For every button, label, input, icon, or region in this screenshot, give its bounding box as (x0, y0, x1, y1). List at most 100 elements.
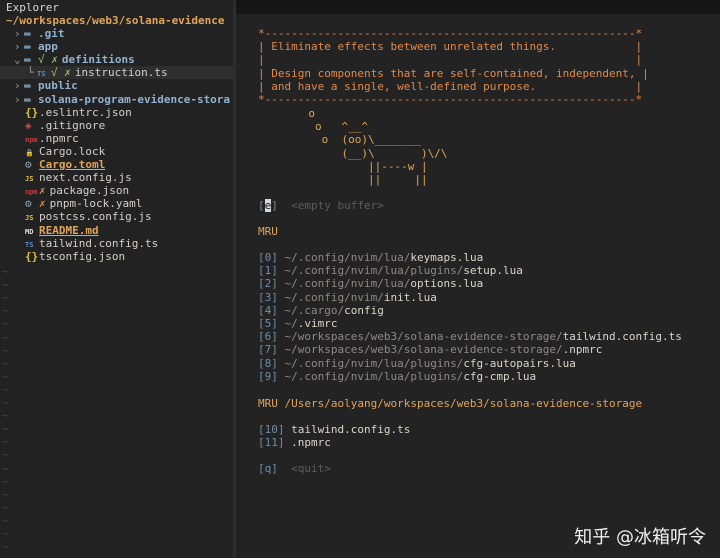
mru-index: [11] (258, 436, 285, 450)
tree-row--gitignore[interactable]: ◈ .gitignore (0, 119, 233, 132)
mru-dir-entry[interactable]: [11] .npmrc (258, 436, 331, 449)
empty-line-marker: ~ (2, 356, 9, 370)
mru-index: [3] (258, 290, 278, 304)
tree-row-postcss-config-js[interactable]: JS postcss.config.js (0, 210, 233, 223)
empty-line-marker: ~ (2, 513, 9, 527)
folder-name: definitions (61, 53, 135, 67)
tree-row-solana-program-evidence-stora[interactable]: › ▬ solana-program-evidence-stora (0, 93, 233, 106)
mru-entry[interactable]: [6] ~/workspaces/web3/solana-evidence-st… (258, 330, 682, 343)
mru-path-file: cfg-autopairs.lua (463, 356, 576, 370)
mru-entry[interactable]: [0] ~/.config/nvim/lua/keymaps.lua (258, 251, 483, 264)
file-type-icon: ⚙ (25, 197, 32, 211)
tree-row-package-json[interactable]: npm✗ package.json (0, 184, 233, 197)
file-type-icon: JS (25, 175, 34, 184)
mru-entry[interactable]: [5] ~/.vimrc (258, 317, 338, 330)
tree-row-cargo-toml[interactable]: ⚙ Cargo.toml (0, 158, 233, 171)
file-type-icon: JS (25, 214, 34, 223)
chevron-icon: › (14, 92, 21, 106)
file-name: Cargo.lock (39, 144, 106, 158)
watermark: 知乎 @冰箱听令 (574, 526, 706, 548)
chevron-icon: › (14, 79, 21, 93)
cowsay-art-line: || || (262, 173, 428, 186)
mru-title: MRU (258, 225, 278, 238)
tree-row-instruction-ts[interactable]: └ TS √ ✗ instruction.ts (0, 66, 233, 80)
empty-line-marker: ~ (2, 330, 9, 344)
mru-entry[interactable]: [8] ~/.config/nvim/lua/plugins/cfg-autop… (258, 357, 576, 370)
tree-row-next-config-js[interactable]: JS next.config.js (0, 171, 233, 184)
tree-row-app[interactable]: › ▬ app (0, 40, 233, 53)
mru-entry[interactable]: [1] ~/.config/nvim/lua/plugins/setup.lua (258, 264, 523, 277)
explorer-title: Explorer (6, 1, 59, 14)
mru-entry[interactable]: [9] ~/.config/nvim/lua/plugins/cfg-cmp.l… (258, 370, 536, 383)
mru-index: [0] (258, 251, 278, 264)
file-name: package.json (49, 184, 130, 198)
mru-path-file: .vimrc (297, 317, 338, 330)
file-type-icon: TS (25, 240, 34, 249)
empty-line-marker: ~ (2, 553, 9, 558)
file-type-icon: TS (37, 70, 46, 79)
mru-path-dir: ~/.config/nvim/lua/ (284, 251, 411, 264)
mru-entry[interactable]: [4] ~/.cargo/config (258, 304, 384, 317)
quote-box-line: | | (258, 53, 643, 67)
mru-index: [5] (258, 317, 278, 330)
quit-entry[interactable]: [q] <quit> (258, 462, 331, 475)
quote-box-line: | Eliminate effects between unrelated th… (258, 40, 643, 54)
empty-line-marker: ~ (2, 500, 9, 514)
explorer-root-path[interactable]: ~/workspaces/web3/solana-evidence (6, 14, 225, 27)
folder-icon: ▬ (24, 27, 31, 40)
folder-name: solana-program-evidence-stora (38, 92, 231, 106)
file-name: README.md (39, 223, 99, 237)
mru-path-dir: ~/.config/nvim/lua/plugins/ (284, 369, 464, 383)
cowsay-art-line: (__)\ )\/\ (262, 146, 448, 160)
empty-line-marker: ~ (2, 265, 9, 278)
empty-line-marker: ~ (2, 291, 9, 305)
mru-entry[interactable]: [7] ~/workspaces/web3/solana-evidence-st… (258, 343, 602, 356)
tree-row-readme-md[interactable]: MD README.md (0, 224, 233, 237)
mru-entry[interactable]: [2] ~/.config/nvim/lua/options.lua (258, 277, 483, 290)
empty-line-marker: ~ (2, 487, 9, 501)
file-type-icon: {} (25, 105, 39, 119)
mru-dir-entry[interactable]: [10] tailwind.config.ts (258, 423, 410, 436)
tree-row-tailwind-config-ts[interactable]: TS tailwind.config.ts (0, 237, 233, 250)
file-type-icon: ⚙ (25, 158, 32, 171)
file-name: postcss.config.js (39, 210, 152, 224)
mru-path-file: keymaps.lua (410, 251, 484, 264)
chevron-icon: › (14, 27, 21, 40)
empty-line-marker: ~ (2, 317, 9, 331)
tree-row--eslintrc-json[interactable]: {}.eslintrc.json (0, 106, 233, 119)
cowsay-art-line: o (oo)\_______ (262, 133, 421, 147)
empty-line-marker: ~ (2, 474, 9, 488)
mru-path-file: init.lua (383, 290, 437, 304)
mru-path-file: tailwind.config.ts (562, 330, 682, 344)
tree-row-public[interactable]: › ▬ public (0, 79, 233, 92)
empty-line-marker: ~ (2, 461, 9, 475)
tree-row-pnpm-lock-yaml[interactable]: ⚙ ✗ pnpm-lock.yaml (0, 197, 233, 210)
file-type-icon: MD (25, 227, 34, 236)
bracket: ] (271, 199, 292, 212)
mru-entry[interactable]: [3] ~/.config/nvim/init.lua (258, 291, 437, 304)
tree-row--npmrc[interactable]: npm.npmrc (0, 132, 233, 145)
tree-row-definitions[interactable]: ⌄ ▬ √ ✗ definitions (0, 53, 233, 66)
mru-path-file: .npmrc (562, 343, 603, 357)
file-type-icon: ◈ (25, 118, 32, 132)
tab-bar (236, 0, 720, 14)
empty-buffer-entry[interactable]: [e] <empty buffer> (258, 199, 384, 212)
mru-path-dir: ~/ (284, 317, 298, 330)
file-name: tsconfig.json (39, 249, 126, 263)
tree-row--git[interactable]: › ▬ .git (0, 27, 233, 40)
empty-line-marker: ~ (2, 343, 9, 357)
empty-line-marker: ~ (2, 540, 9, 554)
tree-row-tsconfig-json[interactable]: {}tsconfig.json (0, 250, 233, 263)
tree-row-cargo-lock[interactable]: 🔒 Cargo.lock (0, 145, 233, 158)
cowsay-art-line: o (262, 107, 315, 120)
mru-index: [4] (258, 303, 278, 317)
mru-path-dir: ~/workspaces/web3/solana-evidence-storag… (284, 343, 563, 357)
